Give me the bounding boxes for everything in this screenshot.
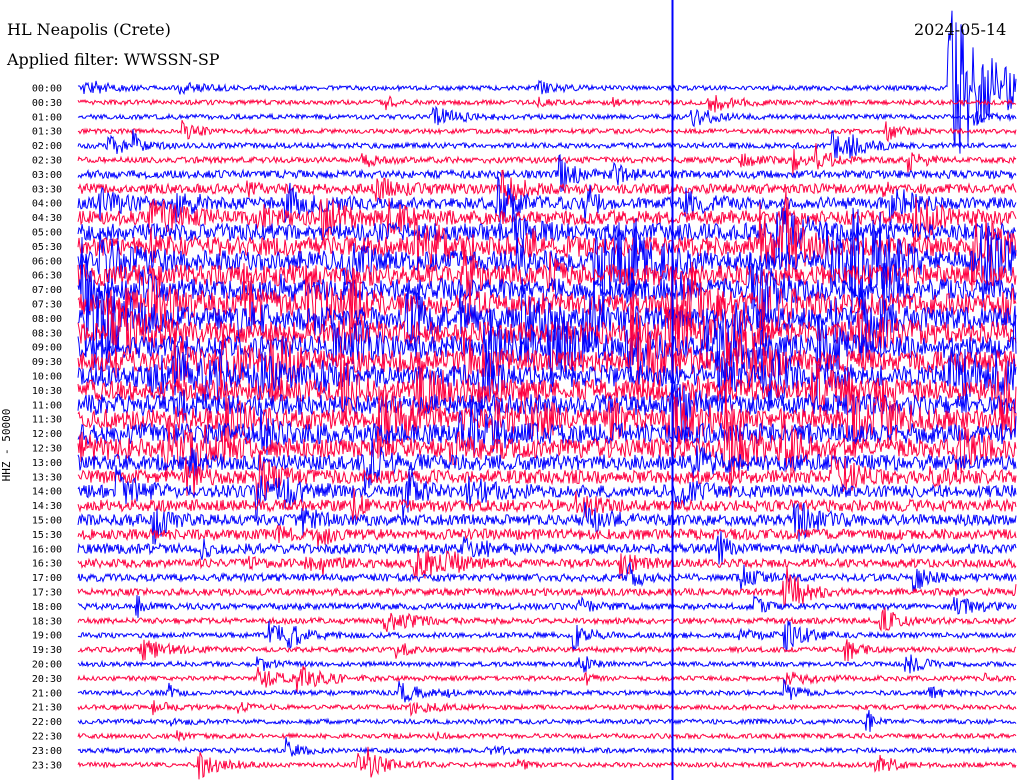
time-tick-label: 11:00 [32,400,62,411]
time-tick-label: 03:30 [32,184,62,195]
time-tick-label: 04:30 [32,213,62,224]
helicorder-plot: 00:00 00:30 01:00 01:30 02:00 02:30 03:00 03:30… [32,0,1017,780]
time-tick-label: 18:30 [32,616,62,627]
time-tick-label: 17:30 [32,588,62,599]
trace-line [77,465,1017,522]
station-title: HL Neapolis (Crete) [7,20,171,39]
time-tick-label: 14:30 [32,501,62,512]
trace-line [77,95,1017,113]
time-tick-label: 19:00 [32,631,62,642]
time-tick-label: 07:00 [32,285,62,296]
time-tick-label: 08:30 [32,328,62,339]
trace-line [77,737,1017,757]
time-tick-label: 21:30 [32,703,62,714]
time-tick-label: 21:00 [32,688,62,699]
time-tick-label: 18:00 [32,602,62,613]
time-tick-label: 06:30 [32,271,62,282]
time-tick-label: 01:00 [32,112,62,123]
time-tick-label: 22:00 [32,717,62,728]
trace-line [77,594,1017,618]
filter-label: Applied filter: WWSSN-SP [7,50,220,69]
time-tick-label: 12:00 [32,429,62,440]
time-tick-label: 08:00 [32,314,62,325]
time-tick-label: 23:00 [32,746,62,757]
trace-line [77,120,1017,143]
time-tick-label: 01:30 [32,127,62,138]
time-tick-label: 20:00 [32,660,62,671]
trace-line [77,524,1017,549]
time-tick-label: 16:30 [32,559,62,570]
time-tick-label: 12:30 [32,444,62,455]
time-tick-label: 09:00 [32,343,62,354]
time-tick-label: 06:00 [32,256,62,267]
trace-line [77,710,1017,732]
trace-line [77,700,1017,717]
trace-line [77,105,1017,128]
date-label: 2024-05-14 [914,20,1007,39]
time-tick-label: 00:00 [32,84,62,95]
trace-line [77,240,1017,297]
seismic-traces [77,10,1017,780]
time-tick-label: 04:00 [32,199,62,210]
trace-line [77,678,1017,703]
time-tick-label: 15:00 [32,516,62,527]
time-tick-label: 17:00 [32,573,62,584]
time-tick-label: 05:30 [32,242,62,253]
time-tick-label: 10:30 [32,386,62,397]
trace-line [77,566,1017,609]
trace-line [77,654,1017,674]
trace-line [77,730,1017,743]
trace-line [77,665,1017,694]
time-tick-label: 23:30 [32,760,62,771]
time-tick-label: 10:00 [32,372,62,383]
time-tick-label: 19:30 [32,645,62,656]
time-axis-labels: 00:00 00:30 01:00 01:30 02:00 02:30 03:00 03:30… [32,84,62,772]
trace-line [77,561,1017,592]
time-tick-label: 22:30 [32,732,62,743]
time-tick-label: 02:30 [32,156,62,167]
time-tick-label: 13:30 [32,472,62,483]
trace-line [77,129,1017,159]
time-tick-label: 07:30 [32,300,62,311]
time-tick-label: 03:00 [32,170,62,181]
time-tick-label: 09:30 [32,357,62,368]
time-tick-label: 16:00 [32,544,62,555]
trace-line [77,607,1017,632]
time-tick-label: 11:30 [32,415,62,426]
time-tick-label: 20:30 [32,674,62,685]
time-tick-label: 05:00 [32,228,62,239]
time-tick-label: 02:00 [32,141,62,152]
trace-line [77,620,1017,652]
time-tick-label: 13:00 [32,458,62,469]
trace-line [77,10,1017,154]
time-tick-label: 15:30 [32,530,62,541]
time-tick-label: 00:30 [32,98,62,109]
time-tick-label: 14:00 [32,487,62,498]
trace-line [77,639,1017,662]
